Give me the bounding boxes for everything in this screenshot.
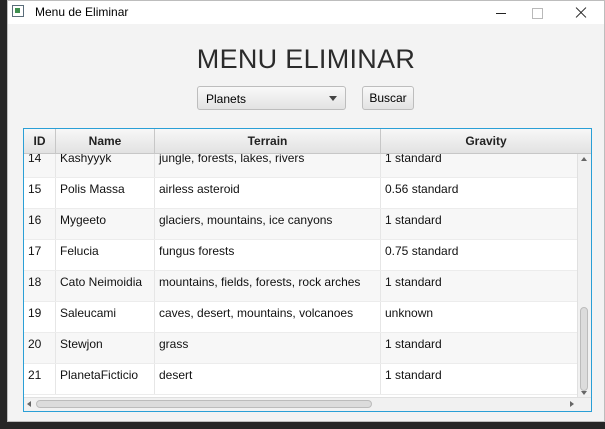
cell-id: 20	[24, 333, 56, 363]
title-bar[interactable]: Menu de Eliminar	[8, 1, 604, 24]
cell-terrain: caves, desert, mountains, volcanoes	[155, 302, 381, 332]
cell-gravity: 0.75 standard	[381, 240, 579, 270]
column-header-name[interactable]: Name	[56, 129, 155, 153]
app-icon	[12, 5, 24, 17]
cell-id: 16	[24, 209, 56, 239]
table-row[interactable]: 15 Polis Massa airless asteroid 0.56 sta…	[24, 178, 579, 209]
table-row[interactable]: 19 Saleucami caves, desert, mountains, v…	[24, 302, 579, 333]
scroll-right-icon[interactable]	[570, 401, 574, 407]
cell-name: Polis Massa	[56, 178, 155, 208]
cell-id: 19	[24, 302, 56, 332]
table-row[interactable]: 20 Stewjon grass 1 standard	[24, 333, 579, 364]
cell-terrain: desert	[155, 364, 381, 394]
table-row[interactable]: 21 PlanetaFicticio desert 1 standard	[24, 364, 579, 395]
cell-gravity: 1 standard	[381, 364, 579, 394]
column-header-gravity[interactable]: Gravity	[381, 129, 591, 153]
column-header-id[interactable]: ID	[24, 129, 56, 153]
maximize-icon	[531, 7, 543, 19]
category-select[interactable]: Planets	[197, 86, 346, 110]
cell-gravity: unknown	[381, 302, 579, 332]
cell-id: 14	[24, 154, 56, 177]
minimize-icon	[496, 12, 506, 14]
cell-terrain: airless asteroid	[155, 178, 381, 208]
table-row[interactable]: 17 Felucia fungus forests 0.75 standard	[24, 240, 579, 271]
cell-gravity: 1 standard	[381, 333, 579, 363]
cell-terrain: grass	[155, 333, 381, 363]
search-button[interactable]: Buscar	[362, 86, 414, 110]
vertical-scroll-thumb[interactable]	[580, 307, 588, 391]
cell-name: Stewjon	[56, 333, 155, 363]
planets-table[interactable]: ID Name Terrain Gravity 14 Kashyyyk jung…	[23, 128, 592, 412]
cell-name: Saleucami	[56, 302, 155, 332]
cell-name: Mygeeto	[56, 209, 155, 239]
cell-terrain: mountains, fields, forests, rock arches	[155, 271, 381, 301]
cell-gravity: 1 standard	[381, 271, 579, 301]
maximize-button[interactable]	[520, 2, 554, 22]
category-select-value: Planets	[206, 92, 247, 106]
close-button[interactable]	[564, 2, 598, 22]
cell-id: 15	[24, 178, 56, 208]
cell-terrain: glaciers, mountains, ice canyons	[155, 209, 381, 239]
window-title: Menu de Eliminar	[35, 5, 129, 19]
chevron-down-icon	[329, 96, 337, 101]
scroll-down-icon[interactable]	[581, 391, 587, 395]
cell-id: 21	[24, 364, 56, 394]
page-title: MENU ELIMINAR	[196, 44, 416, 74]
table-header: ID Name Terrain Gravity	[24, 129, 591, 154]
cell-id: 18	[24, 271, 56, 301]
cell-gravity: 1 standard	[381, 209, 579, 239]
cell-terrain: jungle, forests, lakes, rivers	[155, 154, 381, 177]
close-icon	[575, 7, 587, 19]
app-window: Menu de Eliminar MENU ELIMINAR Planets B…	[7, 0, 605, 422]
cell-terrain: fungus forests	[155, 240, 381, 270]
table-row[interactable]: 14 Kashyyyk jungle, forests, lakes, rive…	[24, 154, 579, 178]
scroll-up-icon[interactable]	[581, 157, 587, 161]
table-body: 14 Kashyyyk jungle, forests, lakes, rive…	[24, 154, 579, 398]
cell-gravity: 1 standard	[381, 154, 579, 177]
table-row[interactable]: 18 Cato Neimoidia mountains, fields, for…	[24, 271, 579, 302]
cell-gravity: 0.56 standard	[381, 178, 579, 208]
horizontal-scrollbar[interactable]	[24, 397, 591, 411]
cell-name: Felucia	[56, 240, 155, 270]
minimize-button[interactable]	[484, 2, 518, 22]
cell-id: 17	[24, 240, 56, 270]
cell-name: Cato Neimoidia	[56, 271, 155, 301]
vertical-scrollbar[interactable]	[577, 154, 591, 398]
horizontal-scroll-thumb[interactable]	[36, 400, 372, 408]
cell-name: PlanetaFicticio	[56, 364, 155, 394]
table-row[interactable]: 16 Mygeeto glaciers, mountains, ice cany…	[24, 209, 579, 240]
column-header-terrain[interactable]: Terrain	[155, 129, 381, 153]
cell-name: Kashyyyk	[56, 154, 155, 177]
scroll-left-icon[interactable]	[27, 401, 31, 407]
